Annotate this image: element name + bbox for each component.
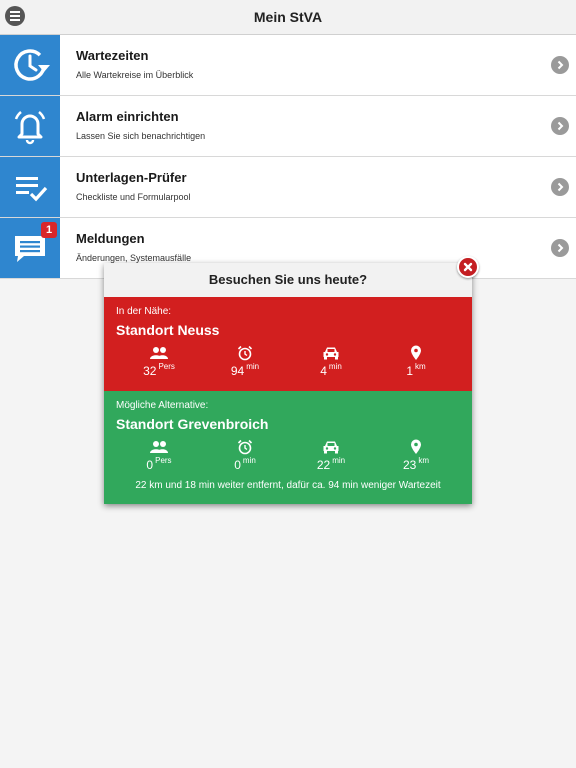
distance-stat: 23 km (376, 438, 456, 472)
people-icon (119, 344, 199, 362)
chevron-right-icon[interactable] (551, 117, 569, 135)
persons-value: 0 (146, 458, 154, 472)
wait-stat: 0 min (205, 438, 285, 472)
location-pin-icon (376, 438, 456, 456)
checklist-icon (0, 157, 60, 217)
people-icon (119, 438, 199, 456)
menu-item-title: Unterlagen-Prüfer (76, 170, 187, 185)
drive-unit: min (332, 456, 346, 465)
alarm-clock-icon (205, 438, 285, 456)
menu-item-title: Alarm einrichten (76, 109, 179, 124)
app-header: Mein StVA (0, 0, 576, 35)
persons-unit: Pers (155, 456, 172, 465)
nearby-label: In der Nähe: (116, 306, 172, 317)
menu-item-subtitle: Alle Wartekreise im Überblick (76, 70, 194, 80)
drive-value: 22 (316, 458, 331, 472)
bell-icon (0, 96, 60, 156)
menu-item-unterlagen[interactable]: Unterlagen-Prüfer Checkliste und Formula… (0, 157, 576, 218)
persons-stat: 32 Pers (119, 344, 199, 378)
menu-list: Wartezeiten Alle Wartekreise im Überblic… (0, 35, 576, 279)
persons-unit: Pers (158, 362, 175, 371)
drive-stat: 4 min (291, 344, 371, 378)
menu-item-title: Meldungen (76, 231, 145, 246)
chevron-right-icon[interactable] (551, 178, 569, 196)
distance-stat: 1 km (376, 344, 456, 378)
distance-value: 23 (402, 458, 417, 472)
persons-stat: 0 Pers (119, 438, 199, 472)
location-pin-icon (376, 344, 456, 362)
clock-refresh-icon (0, 35, 60, 95)
menu-item-subtitle: Lassen Sie sich benachrichtigen (76, 131, 206, 141)
alarm-clock-icon (205, 344, 285, 362)
distance-value: 1 (406, 364, 413, 378)
wait-value: 94 (230, 364, 245, 378)
nearby-location[interactable]: In der Nähe: Standort Neuss 32 Pers 94 min… (104, 297, 472, 391)
chevron-right-icon[interactable] (551, 239, 569, 257)
menu-item-alarm[interactable]: Alarm einrichten Lassen Sie sich benachr… (0, 96, 576, 157)
menu-item-subtitle: Checkliste und Formularpool (76, 192, 191, 202)
drive-stat: 22 min (291, 438, 371, 472)
nearby-name: Standort Neuss (116, 322, 220, 338)
car-icon (291, 344, 371, 362)
wait-unit: min (246, 362, 260, 371)
close-icon[interactable] (457, 256, 479, 278)
menu-item-title: Wartezeiten (76, 48, 149, 63)
notification-badge: 1 (41, 222, 57, 238)
alternative-location[interactable]: Mögliche Alternative: Standort Grevenbro… (104, 391, 472, 504)
menu-item-subtitle: Änderungen, Systemausfälle (76, 253, 192, 263)
menu-item-wartezeiten[interactable]: Wartezeiten Alle Wartekreise im Überblic… (0, 35, 576, 96)
car-icon (291, 438, 371, 456)
popup-title: Besuchen Sie uns heute? (208, 272, 368, 287)
distance-unit: km (415, 362, 426, 371)
drive-value: 4 (320, 364, 327, 378)
wait-stat: 94 min (205, 344, 285, 378)
wait-unit: min (242, 456, 256, 465)
drive-unit: min (328, 362, 342, 371)
alternative-note: 22 km und 18 min weiter entfernt, dafür … (135, 480, 441, 491)
wait-value: 0 (234, 458, 241, 472)
page-title: Mein StVA (253, 9, 323, 25)
alternative-label: Mögliche Alternative: (116, 400, 209, 411)
persons-value: 32 (143, 364, 157, 378)
distance-unit: km (418, 456, 430, 465)
alternative-name: Standort Grevenbroich (116, 416, 269, 432)
chevron-right-icon[interactable] (551, 56, 569, 74)
visit-popup: Besuchen Sie uns heute? In der Nähe: Sta… (104, 256, 479, 504)
